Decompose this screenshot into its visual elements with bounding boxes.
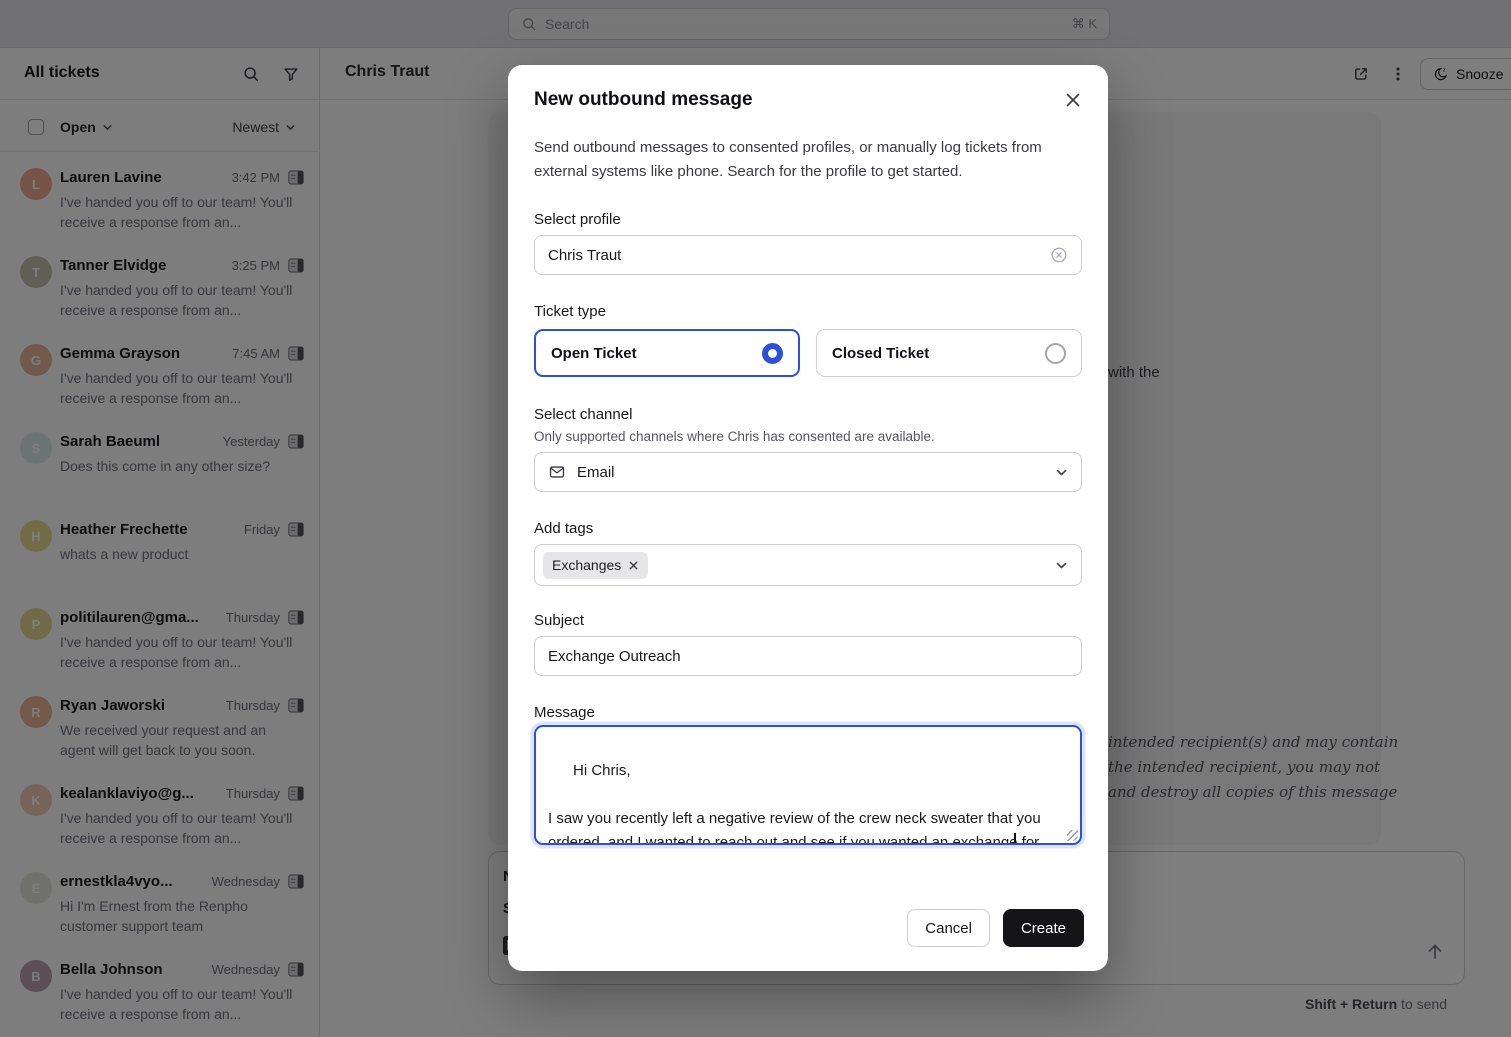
resize-handle-icon[interactable] [1067, 830, 1078, 841]
modal-title: New outbound message [534, 89, 753, 111]
channel-select[interactable]: Email [534, 452, 1082, 492]
profile-input[interactable]: Chris Traut [534, 235, 1082, 275]
subject-label: Subject [534, 612, 584, 629]
message-textarea[interactable]: Hi Chris, I saw you recently left a nega… [534, 725, 1082, 845]
tags-label: Add tags [534, 520, 593, 537]
subject-input[interactable]: Exchange Outreach [534, 636, 1082, 676]
app-screen: Search ⌘ K All tickets Open Newest [0, 0, 1511, 1037]
profile-value: Chris Traut [548, 247, 621, 264]
chevron-down-icon [1055, 559, 1068, 572]
channel-value: Email [577, 464, 615, 481]
subject-value: Exchange Outreach [548, 648, 681, 665]
radio-selected-icon [762, 343, 783, 364]
cancel-button[interactable]: Cancel [907, 909, 990, 947]
open-ticket-option[interactable]: Open Ticket [534, 329, 800, 377]
remove-tag-icon[interactable] [628, 560, 639, 571]
create-button[interactable]: Create [1003, 909, 1084, 947]
open-ticket-label: Open Ticket [551, 345, 637, 362]
ticket-type-label: Ticket type [534, 303, 606, 320]
profile-label: Select profile [534, 211, 621, 228]
close-icon[interactable] [1064, 91, 1082, 109]
channel-helper: Only supported channels where Chris has … [534, 429, 935, 444]
clear-icon[interactable] [1050, 246, 1068, 264]
email-icon [548, 463, 566, 481]
channel-label: Select channel [534, 406, 632, 423]
tags-select[interactable]: Exchanges [534, 544, 1082, 586]
message-label: Message [534, 704, 595, 721]
closed-ticket-label: Closed Ticket [832, 345, 929, 362]
tag-chip-label: Exchanges [552, 557, 621, 573]
new-outbound-message-modal: New outbound message Send outbound messa… [508, 65, 1108, 971]
modal-actions: Cancel Create [907, 909, 1084, 947]
radio-unselected-icon [1045, 343, 1066, 364]
tag-chip[interactable]: Exchanges [543, 552, 648, 579]
modal-description: Send outbound messages to consented prof… [534, 136, 1084, 184]
closed-ticket-option[interactable]: Closed Ticket [816, 329, 1082, 377]
chevron-down-icon [1055, 466, 1068, 479]
text-caret [1014, 833, 1016, 845]
message-value: Hi Chris, I saw you recently left a nega… [548, 762, 1045, 845]
